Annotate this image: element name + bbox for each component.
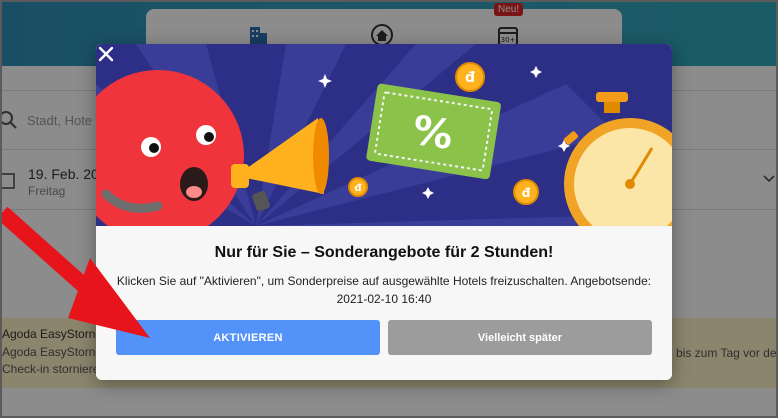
svg-text:đ: đ — [522, 186, 531, 200]
discount-coupon: % — [366, 83, 501, 180]
modal-body: Nur für Sie – Sonderangebote für 2 Stund… — [96, 226, 672, 380]
close-icon[interactable] — [96, 44, 116, 64]
percent-text: % — [409, 107, 456, 159]
svg-text:đ: đ — [465, 70, 475, 86]
modal-title: Nur für Sie – Sonderangebote für 2 Stund… — [214, 244, 554, 261]
svg-text:đ: đ — [354, 183, 362, 194]
hero-illustration: đ đ đ % — [96, 44, 672, 226]
special-offer-modal: đ đ đ % Nur für Sie – Sonderangebote für… — [96, 44, 672, 380]
maybe-later-button[interactable]: Vielleicht später — [388, 320, 652, 355]
annotation-arrow-icon — [0, 206, 150, 338]
promo-illustration: đ đ đ % — [96, 44, 672, 226]
modal-description: Klicken Sie auf "Aktivieren", um Sonderp… — [116, 274, 652, 306]
